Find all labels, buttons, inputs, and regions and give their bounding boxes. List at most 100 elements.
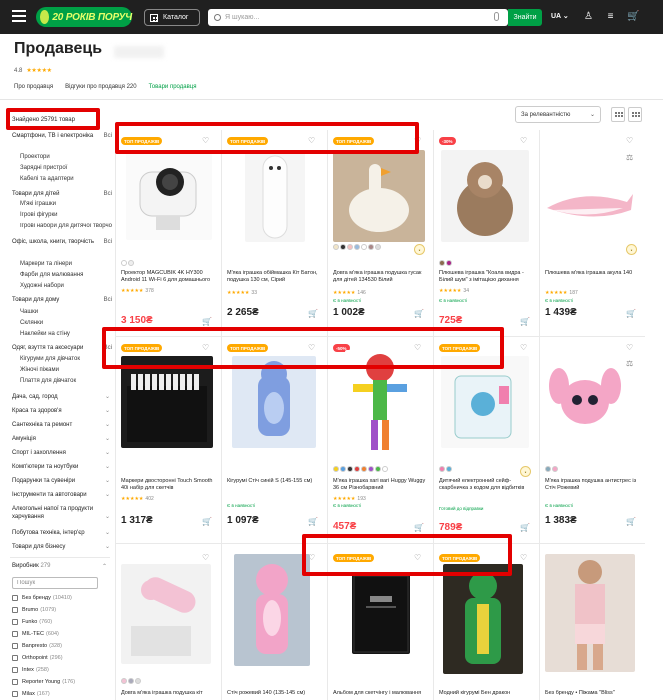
- cart-icon[interactable]: 🛒: [414, 310, 424, 318]
- product-name[interactable]: Без бренду • Піжама "Bliss": [545, 690, 641, 700]
- list-icon[interactable]: ≡: [605, 11, 616, 22]
- cart-icon[interactable]: 🛒: [626, 518, 636, 526]
- product-image[interactable]: [245, 150, 305, 242]
- maker-checkbox-item[interactable]: Orthopoint (296): [12, 655, 63, 661]
- sidebar-item-gifts[interactable]: Подарунки та сувеніри ⌄: [12, 477, 110, 485]
- product-image[interactable]: [545, 554, 635, 672]
- sidebar-sub-markers[interactable]: Маркери та лінери: [20, 261, 72, 267]
- product-name[interactable]: Модний кігурумі Бен дракон: [439, 690, 535, 700]
- logo[interactable]: 20 РОКІВ ПОРУЧ: [36, 7, 132, 27]
- menu-icon[interactable]: [12, 10, 26, 22]
- product-name[interactable]: М'яка іграшка подушка антистрес із Стіч …: [545, 478, 641, 492]
- product-name[interactable]: Маркери двосторонні Touch Smooth 40i наб…: [121, 478, 217, 492]
- product-name[interactable]: М'яка іграшка обіймашка Кіт Батон, подуш…: [227, 270, 323, 284]
- cart-icon[interactable]: 🛒: [520, 318, 530, 326]
- maker-checkbox-item[interactable]: Banpresto (328): [12, 643, 62, 649]
- maker-checkbox-item[interactable]: Funko (760): [12, 619, 52, 625]
- product-image[interactable]: [543, 180, 635, 230]
- sidebar-sub-art-sets[interactable]: Художні набори: [20, 283, 64, 289]
- product-image[interactable]: [121, 356, 213, 448]
- product-image[interactable]: [443, 564, 523, 674]
- sidebar-sub-kigurumi[interactable]: Кігуруми для дівчаток: [20, 356, 80, 362]
- category-all-link[interactable]: Всі: [104, 296, 112, 304]
- color-swatches[interactable]: [121, 678, 141, 684]
- checkbox[interactable]: [12, 631, 18, 637]
- cart-icon[interactable]: 🛒: [202, 518, 212, 526]
- checkbox[interactable]: [12, 691, 18, 697]
- maker-checkbox-item[interactable]: Reporter Young (176): [12, 679, 75, 685]
- product-image[interactable]: [352, 574, 410, 654]
- sidebar-item-garden[interactable]: Дача, сад, город ⌄: [12, 393, 110, 401]
- grid-view-button[interactable]: [611, 107, 625, 122]
- product-image[interactable]: [441, 356, 529, 448]
- sidebar-item-beauty[interactable]: Краса та здоров'я ⌄: [12, 407, 110, 415]
- tab-reviews[interactable]: Відгуки про продавця 220: [65, 84, 136, 90]
- cart-icon[interactable]: 🛒: [520, 524, 530, 532]
- sidebar-item-kids[interactable]: Товари для дітей Всі: [12, 190, 112, 198]
- product-name[interactable]: Довга м'яка іграшка подушка гусак для ді…: [333, 270, 429, 284]
- maker-checkbox-item[interactable]: Без бренду (10410): [12, 595, 72, 601]
- cart-icon[interactable]: 🛒: [202, 318, 212, 326]
- sidebar-sub-pajamas[interactable]: Жіночі піжами: [20, 367, 59, 373]
- color-swatches[interactable]: [439, 260, 452, 266]
- language-switch[interactable]: UA ⌄: [551, 12, 569, 20]
- checkbox[interactable]: [12, 619, 18, 625]
- sidebar-item-sport[interactable]: Спорт і захоплення ⌄: [12, 449, 110, 457]
- product-name[interactable]: Альбом для скетчінгу і малювання: [333, 690, 429, 700]
- product-image[interactable]: [126, 152, 212, 240]
- sidebar-sub-chargers[interactable]: Зарядні пристрої: [20, 165, 67, 171]
- product-image[interactable]: [234, 554, 310, 666]
- tab-products[interactable]: Товари продавця: [149, 84, 197, 90]
- cart-icon[interactable]: 🛒: [414, 524, 424, 532]
- sidebar-item-appliances[interactable]: Побутова техніка, інтер'єр ⌄: [12, 529, 110, 537]
- color-swatches[interactable]: [333, 466, 388, 472]
- heart-icon[interactable]: ♡: [520, 137, 528, 145]
- sidebar-sub-toys[interactable]: М'які іграшки: [20, 201, 56, 207]
- cart-icon[interactable]: 🛒: [626, 310, 636, 318]
- cart-icon[interactable]: 🛒: [627, 11, 639, 22]
- product-image[interactable]: [232, 356, 316, 448]
- sidebar-item-office[interactable]: Офіс, школа, книги, творчість Всі: [12, 238, 112, 246]
- cart-icon[interactable]: 🛒: [308, 518, 318, 526]
- sidebar-sub-glasses[interactable]: Склянки: [20, 320, 43, 326]
- sidebar-item-home[interactable]: Товари для дому Всі: [12, 296, 112, 304]
- product-image[interactable]: [545, 356, 625, 448]
- color-swatches[interactable]: [121, 260, 134, 266]
- maker-checkbox-item[interactable]: MIL-TEC (604): [12, 631, 59, 637]
- color-swatches[interactable]: [439, 466, 452, 472]
- checkbox[interactable]: [12, 655, 18, 661]
- search-button[interactable]: Знайти: [508, 9, 542, 26]
- sidebar-sub-dresses[interactable]: Плаття для дівчаток: [20, 378, 76, 384]
- product-name[interactable]: Проектор MAGCUBIK 4K HY300 Android 11 Wi…: [121, 270, 217, 284]
- sidebar-item-plumbing[interactable]: Сантехніка та ремонт ⌄: [12, 421, 110, 429]
- product-name[interactable]: Плюшева м'яка іграшка акула 140: [545, 270, 641, 284]
- maker-checkbox-item[interactable]: Intex (258): [12, 667, 49, 673]
- product-name[interactable]: Дитячий електронний сейф-скарбничка з ко…: [439, 478, 535, 492]
- checkbox[interactable]: [12, 607, 18, 613]
- tab-about[interactable]: Про продавця: [14, 84, 53, 90]
- compare-icon[interactable]: ⚖: [626, 154, 634, 162]
- user-icon[interactable]: ♙: [583, 11, 594, 22]
- microphone-icon[interactable]: [494, 12, 499, 21]
- sidebar-item-electronics[interactable]: Смартфони, ТВ і електроніка Всі: [12, 132, 112, 140]
- checkbox[interactable]: [12, 679, 18, 685]
- sidebar-sub-stickers[interactable]: Наклейки на стіну: [20, 331, 70, 337]
- sidebar-sub-kits[interactable]: Ігрові набори для дитячої творчості: [20, 223, 112, 229]
- cart-icon[interactable]: 🛒: [308, 310, 318, 318]
- checkbox[interactable]: [12, 643, 18, 649]
- sidebar-sub-projectors[interactable]: Проектори: [20, 154, 50, 160]
- sidebar-item-food[interactable]: Алкогольні напої та продукти харчування ⌄: [12, 505, 110, 521]
- checkbox[interactable]: [12, 667, 18, 673]
- product-image[interactable]: [333, 150, 425, 242]
- sidebar-sub-paints[interactable]: Фарби для малювання: [20, 272, 83, 278]
- maker-filter-title[interactable]: Виробник 279: [12, 563, 50, 569]
- heart-icon[interactable]: ♡: [520, 344, 528, 352]
- sidebar-sub-cables[interactable]: Кабелі та адаптери: [20, 176, 74, 182]
- heart-icon[interactable]: ♡: [626, 344, 634, 352]
- catalog-button[interactable]: Каталог: [144, 9, 200, 26]
- product-name[interactable]: Кігурумі Стіч синій S (145-155 см): [227, 478, 323, 492]
- maker-search-input[interactable]: [12, 577, 98, 589]
- maker-checkbox-item[interactable]: Brumo (1079): [12, 607, 56, 613]
- product-name[interactable]: М'яка іграшка хагі вагі Huggy Wuggy 36 с…: [333, 478, 429, 492]
- sidebar-item-ammo[interactable]: Амуніція ⌄: [12, 435, 110, 443]
